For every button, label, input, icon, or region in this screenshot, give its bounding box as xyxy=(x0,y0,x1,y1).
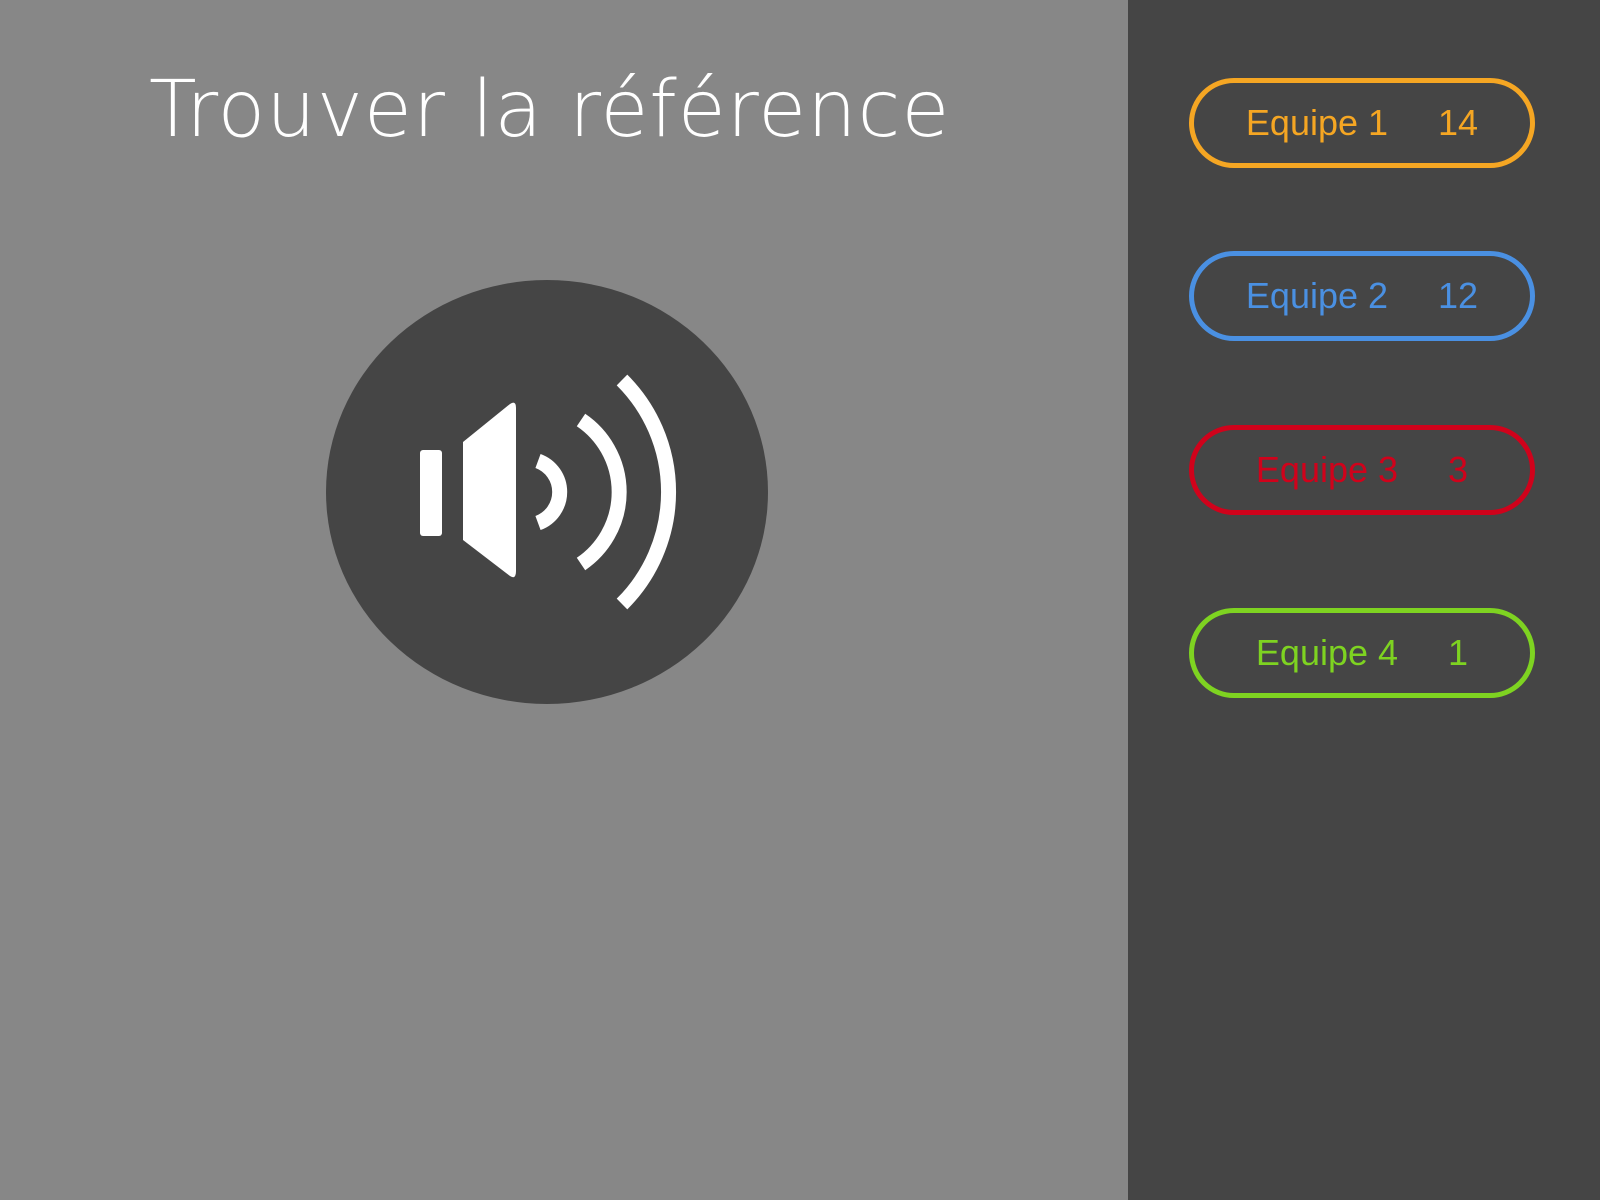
team-score: 1 xyxy=(1448,632,1469,673)
team-score: 3 xyxy=(1448,449,1469,490)
team-name: Equipe 3 xyxy=(1255,449,1399,490)
team-name: Equipe 4 xyxy=(1255,632,1399,673)
team-name: Equipe 2 xyxy=(1245,275,1389,316)
team-score: 12 xyxy=(1438,275,1479,316)
team-card-4[interactable]: Equipe 4 1 xyxy=(1189,608,1535,698)
team-score: 14 xyxy=(1438,102,1479,143)
game-screen: Trouver la référence Equipe 1 14 Equipe … xyxy=(0,0,1600,1200)
main-area: Trouver la référence xyxy=(0,0,1128,1200)
team-card-3[interactable]: Equipe 3 3 xyxy=(1189,425,1535,515)
speaker-volume-icon xyxy=(420,374,677,610)
team-name: Equipe 1 xyxy=(1245,102,1389,143)
team-card-1[interactable]: Equipe 1 14 xyxy=(1189,78,1535,168)
scoreboard-sidebar: Equipe 1 14 Equipe 2 12 Equipe 3 3 Equip… xyxy=(1128,0,1600,1200)
page-title: Trouver la référence xyxy=(149,65,951,155)
team-card-2[interactable]: Equipe 2 12 xyxy=(1189,251,1535,341)
play-sound-button[interactable] xyxy=(326,280,768,704)
